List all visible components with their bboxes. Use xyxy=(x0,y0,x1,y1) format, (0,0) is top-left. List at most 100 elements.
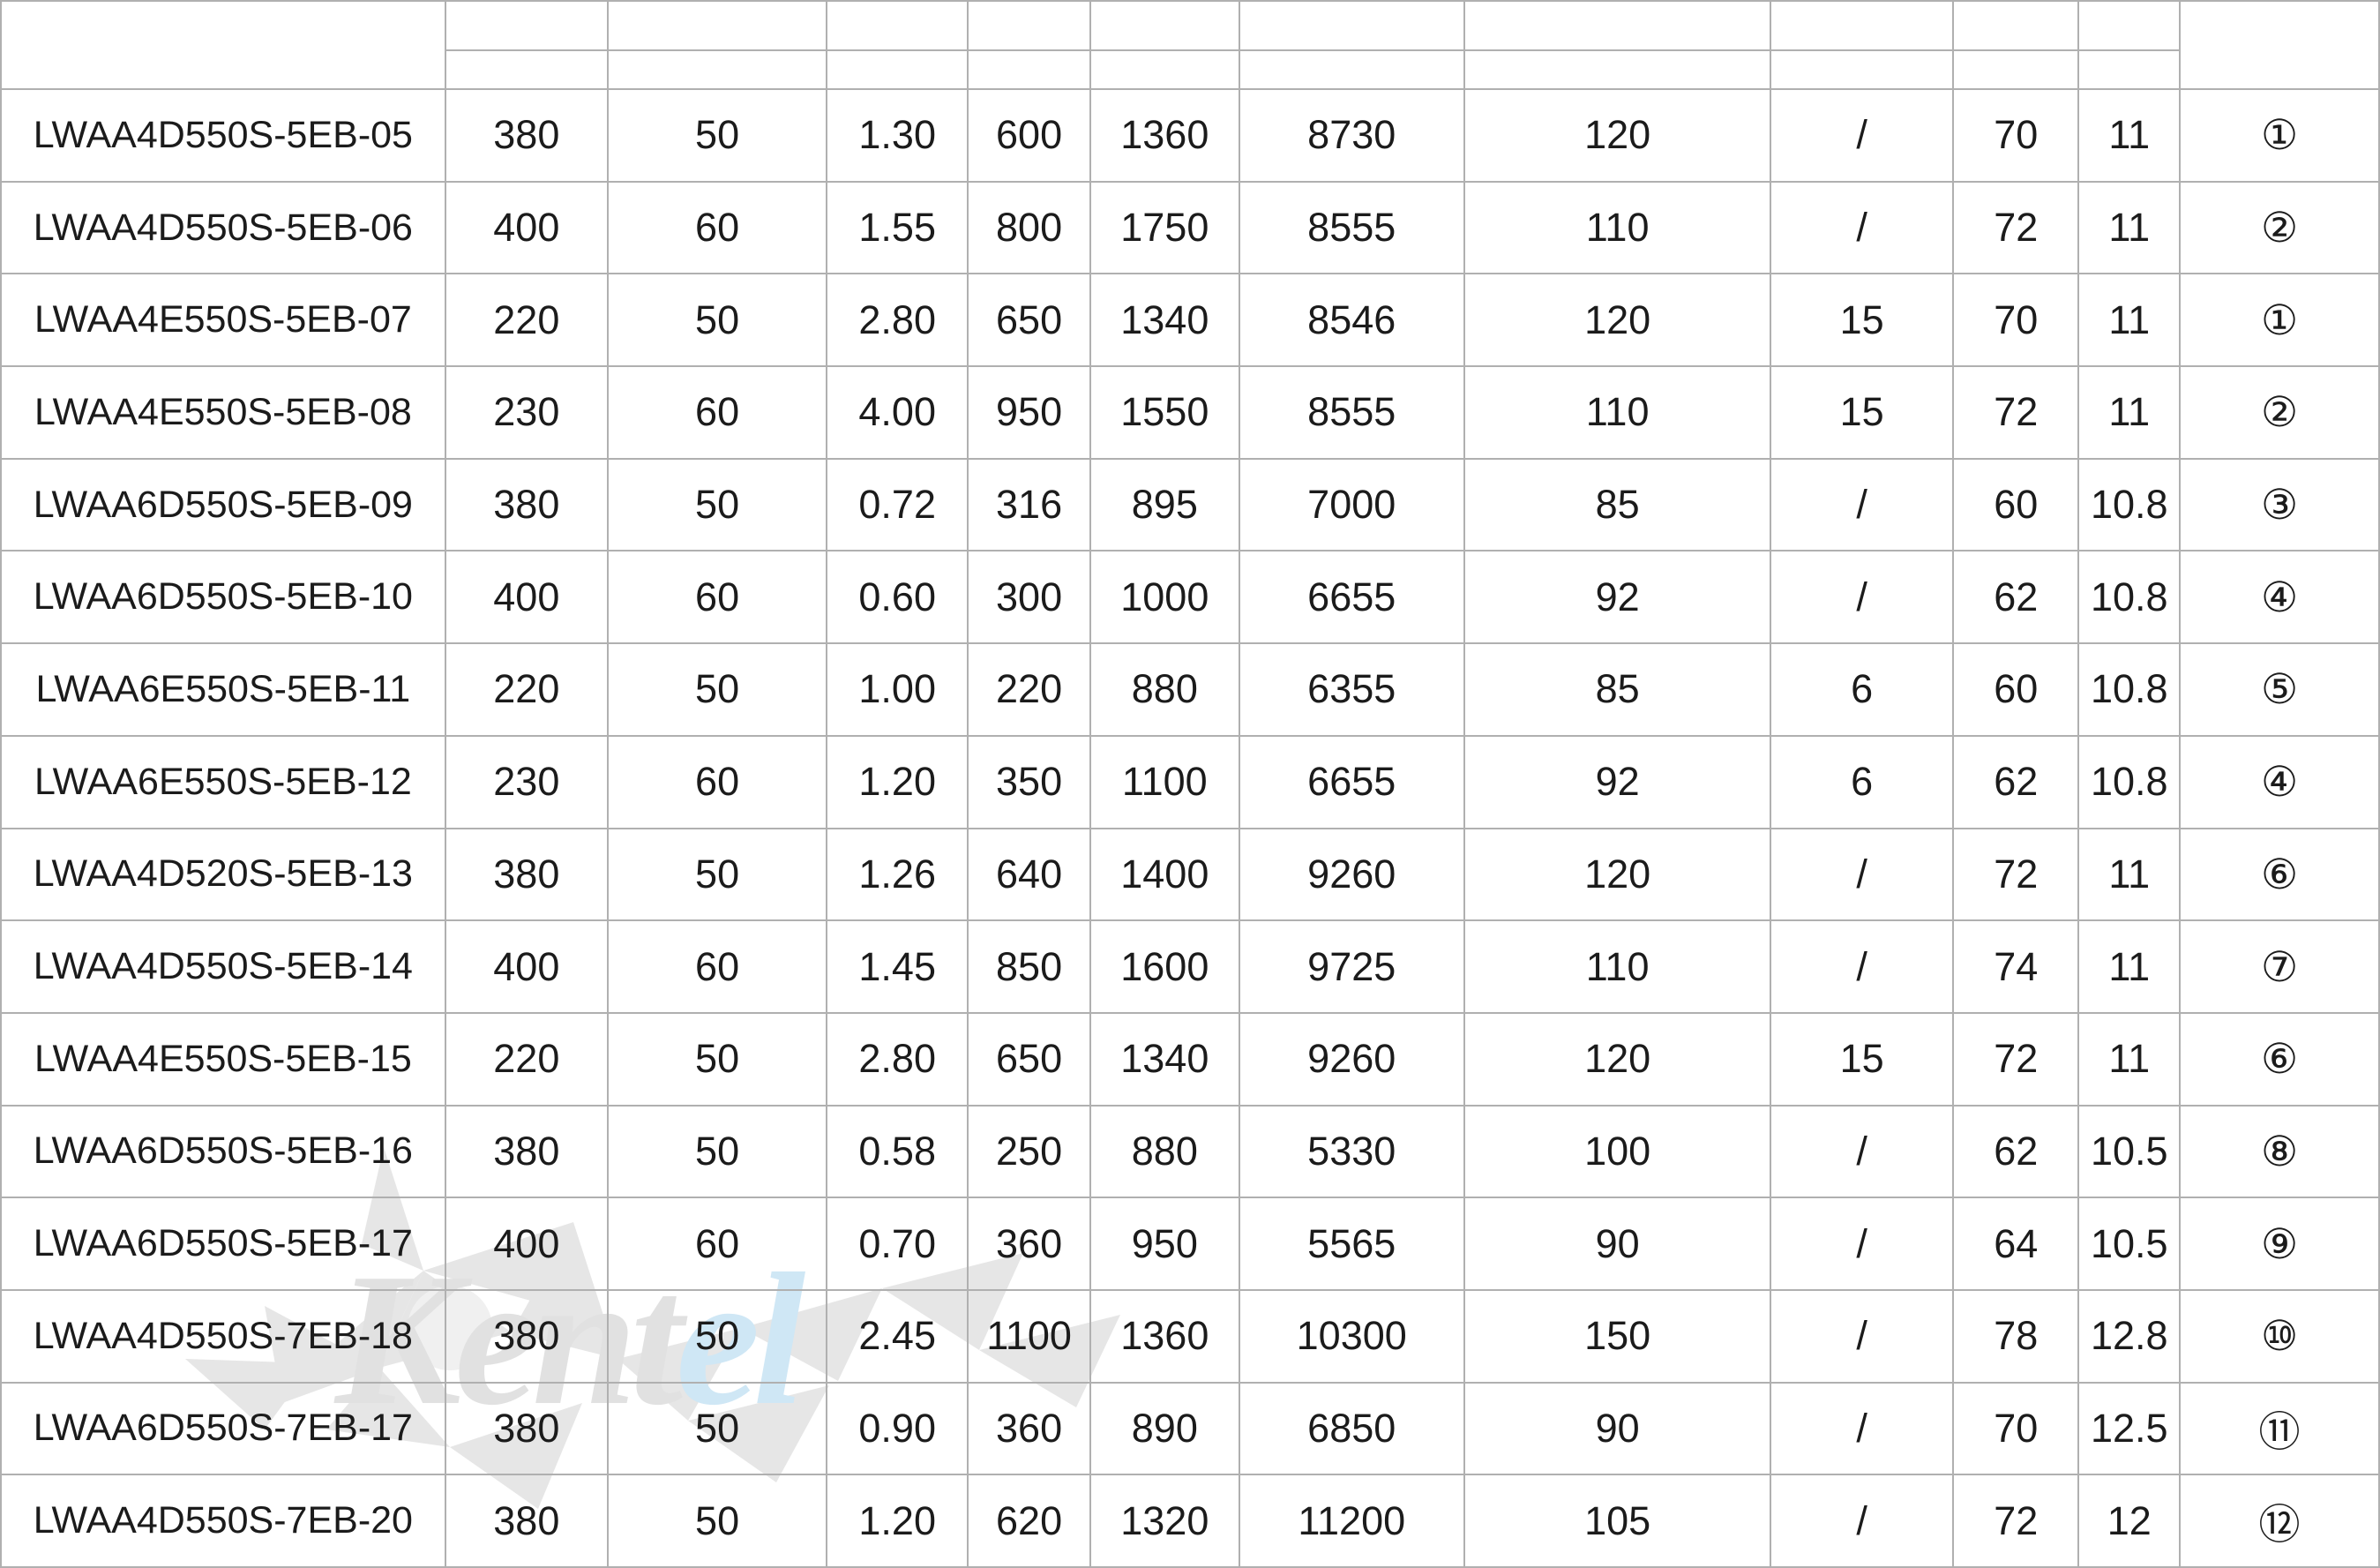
column-header-power: Power xyxy=(967,0,1092,51)
column-header-model: Model xyxy=(0,0,446,90)
cell-power: 850 xyxy=(967,919,1092,1014)
cell-net-weight: 11 xyxy=(2077,365,2182,460)
cell-current: 0.70 xyxy=(826,1197,969,1291)
cell-current: 1.45 xyxy=(826,919,969,1014)
table-row: LWAA4D550S-7EB-18 380 50 2.45 1100 1360 10300 1… xyxy=(0,1288,2380,1384)
cell-voltage: 380 xyxy=(444,88,609,183)
cell-net-weight: 10.5 xyxy=(2077,1104,2182,1199)
column-header-noise: Noise xyxy=(1952,0,2080,51)
table-row: LWAA4D550S-7EB-20 380 50 1.20 620 1320 11200 10… xyxy=(0,1474,2380,1568)
cell-net-weight: 12.5 xyxy=(2077,1381,2182,1476)
cell-model: LWAA4E550S-5EB-15 xyxy=(0,1011,446,1107)
cell-frequency: 50 xyxy=(606,1474,828,1568)
cell-power: 220 xyxy=(967,642,1092,737)
column-header-curve: Curve xyxy=(2179,0,2380,90)
cell-power: 316 xyxy=(967,457,1092,552)
cell-speed: 950 xyxy=(1089,1197,1240,1291)
cell-voltage: 380 xyxy=(444,1104,609,1199)
cell-voltage: 380 xyxy=(444,1288,609,1384)
unit-air-volume: m³/h(Max) xyxy=(1238,49,1465,90)
cell-noise: 62 xyxy=(1952,734,2080,829)
cell-current: 1.26 xyxy=(826,827,969,922)
cell-power: 360 xyxy=(967,1197,1092,1291)
cell-frequency: 50 xyxy=(606,642,828,737)
cell-capacitor: / xyxy=(1770,1197,1955,1291)
cell-static-pressure: 85 xyxy=(1463,642,1772,737)
unit-net-weight: kg xyxy=(2077,49,2182,90)
cell-speed: 1360 xyxy=(1089,88,1240,183)
column-header-frequency: Frequency xyxy=(606,0,828,51)
cell-current: 0.60 xyxy=(826,550,969,645)
table-row: LWAA6D550S-5EB-10 400 60 0.60 300 1000 6655 92/… xyxy=(0,550,2380,645)
cell-model: LWAA6E550S-5EB-12 xyxy=(0,734,446,829)
cell-voltage: 400 xyxy=(444,1197,609,1291)
cell-current: 0.72 xyxy=(826,457,969,552)
cell-current: 1.20 xyxy=(826,1474,969,1568)
cell-frequency: 50 xyxy=(606,457,828,552)
cell-air-volume: 8546 xyxy=(1238,273,1465,368)
cell-frequency: 50 xyxy=(606,1381,828,1476)
cell-speed: 895 xyxy=(1089,457,1240,552)
cell-speed: 1340 xyxy=(1089,273,1240,368)
cell-static-pressure: 120 xyxy=(1463,88,1772,183)
cell-model: LWAA4D550S-7EB-18 xyxy=(0,1288,446,1384)
cell-model: LWAA6D550S-5EB-16 xyxy=(0,1104,446,1199)
cell-voltage: 380 xyxy=(444,1381,609,1476)
table-body: LWAA4D550S-5EB-05 380 50 1.30 600 1360 8730 120… xyxy=(0,88,2380,1568)
cell-net-weight: 11 xyxy=(2077,1011,2182,1107)
table-row: LWAA4E550S-5EB-15 220 50 2.80 650 1340 9260 120… xyxy=(0,1011,2380,1107)
unit-current: A xyxy=(826,49,969,90)
cell-capacitor: / xyxy=(1770,1288,1955,1384)
cell-power: 360 xyxy=(967,1381,1092,1476)
cell-current: 2.45 xyxy=(826,1288,969,1384)
column-header-air-volume: Air Volume xyxy=(1238,0,1465,51)
cell-model: LWAA4D520S-5EB-13 xyxy=(0,827,446,922)
cell-net-weight: 11 xyxy=(2077,273,2182,368)
unit-voltage: V xyxy=(444,49,609,90)
cell-static-pressure: 150 xyxy=(1463,1288,1772,1384)
cell-frequency: 50 xyxy=(606,88,828,183)
cell-speed: 1360 xyxy=(1089,1288,1240,1384)
cell-speed: 1400 xyxy=(1089,827,1240,922)
cell-power: 650 xyxy=(967,273,1092,368)
cell-power: 950 xyxy=(967,365,1092,460)
cell-static-pressure: 92 xyxy=(1463,734,1772,829)
cell-power: 1100 xyxy=(967,1288,1092,1384)
cell-frequency: 60 xyxy=(606,550,828,645)
cell-capacitor: 6 xyxy=(1770,642,1955,737)
cell-power: 640 xyxy=(967,827,1092,922)
cell-static-pressure: 110 xyxy=(1463,180,1772,275)
cell-curve: ⑫ xyxy=(2179,1474,2380,1568)
cell-speed: 880 xyxy=(1089,1104,1240,1199)
cell-current: 0.90 xyxy=(826,1381,969,1476)
cell-speed: 1320 xyxy=(1089,1474,1240,1568)
cell-speed: 880 xyxy=(1089,642,1240,737)
cell-noise: 70 xyxy=(1952,1381,2080,1476)
cell-air-volume: 6655 xyxy=(1238,550,1465,645)
cell-speed: 1340 xyxy=(1089,1011,1240,1107)
table-row: LWAA6E550S-5EB-12 230 60 1.20 350 1100 6655 92 6… xyxy=(0,734,2380,829)
table-row: LWAA4D520S-5EB-13 380 50 1.26 640 1400 9260 120… xyxy=(0,827,2380,922)
cell-frequency: 60 xyxy=(606,365,828,460)
cell-noise: 60 xyxy=(1952,642,2080,737)
cell-voltage: 220 xyxy=(444,1011,609,1107)
cell-curve: ④ xyxy=(2179,734,2380,829)
cell-static-pressure: 120 xyxy=(1463,1011,1772,1107)
cell-speed: 1000 xyxy=(1089,550,1240,645)
cell-curve: ③ xyxy=(2179,457,2380,552)
cell-air-volume: 11200 xyxy=(1238,1474,1465,1568)
cell-model: LWAA4D550S-5EB-06 xyxy=(0,180,446,275)
cell-voltage: 230 xyxy=(444,365,609,460)
cell-model: LWAA4D550S-7EB-20 xyxy=(0,1474,446,1568)
cell-model: LWAA4E550S-5EB-08 xyxy=(0,365,446,460)
cell-speed: 1550 xyxy=(1089,365,1240,460)
cell-capacitor: 15 xyxy=(1770,273,1955,368)
cell-curve: ⑥ xyxy=(2179,827,2380,922)
cell-frequency: 60 xyxy=(606,919,828,1014)
cell-capacitor: / xyxy=(1770,88,1955,183)
cell-static-pressure: 105 xyxy=(1463,1474,1772,1568)
cell-frequency: 60 xyxy=(606,180,828,275)
cell-net-weight: 11 xyxy=(2077,88,2182,183)
cell-curve: ⑦ xyxy=(2179,919,2380,1014)
cell-air-volume: 9725 xyxy=(1238,919,1465,1014)
